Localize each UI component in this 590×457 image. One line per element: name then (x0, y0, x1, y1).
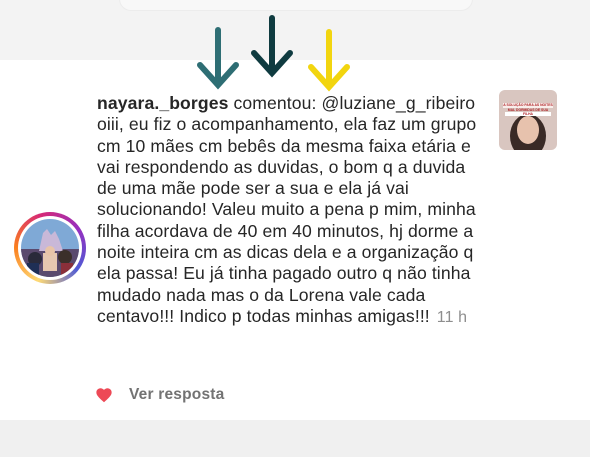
comment-text: @luziane_g_ribeiro oiii, eu fiz o acompa… (97, 93, 477, 326)
heart-icon[interactable] (95, 387, 113, 403)
comment-actions: Ver resposta (95, 385, 224, 405)
avatar-story-ring[interactable] (14, 212, 86, 284)
comment-timestamp: 11 h (436, 308, 468, 326)
comment-verb: comentou: (233, 93, 317, 113)
comment-body: nayara._borges comentou: @luziane_g_ribe… (97, 93, 482, 328)
down-arrow-icon-dark (251, 15, 293, 78)
view-reply-link[interactable]: Ver resposta (129, 386, 224, 404)
post-thumbnail-caption: A SOLUÇÃO PARA AS NOITES MAL DORMIDAS DE… (503, 103, 553, 116)
next-item-edge (0, 420, 590, 457)
avatar (21, 219, 79, 277)
down-arrow-icon-teal (197, 27, 239, 90)
post-thumbnail-image (499, 90, 557, 150)
down-arrow-icon-yellow (308, 29, 350, 92)
annotation-arrows (197, 15, 350, 92)
comment-username[interactable]: nayara._borges (97, 93, 228, 113)
post-thumbnail[interactable]: A SOLUÇÃO PARA AS NOITES MAL DORMIDAS DE… (499, 90, 557, 150)
